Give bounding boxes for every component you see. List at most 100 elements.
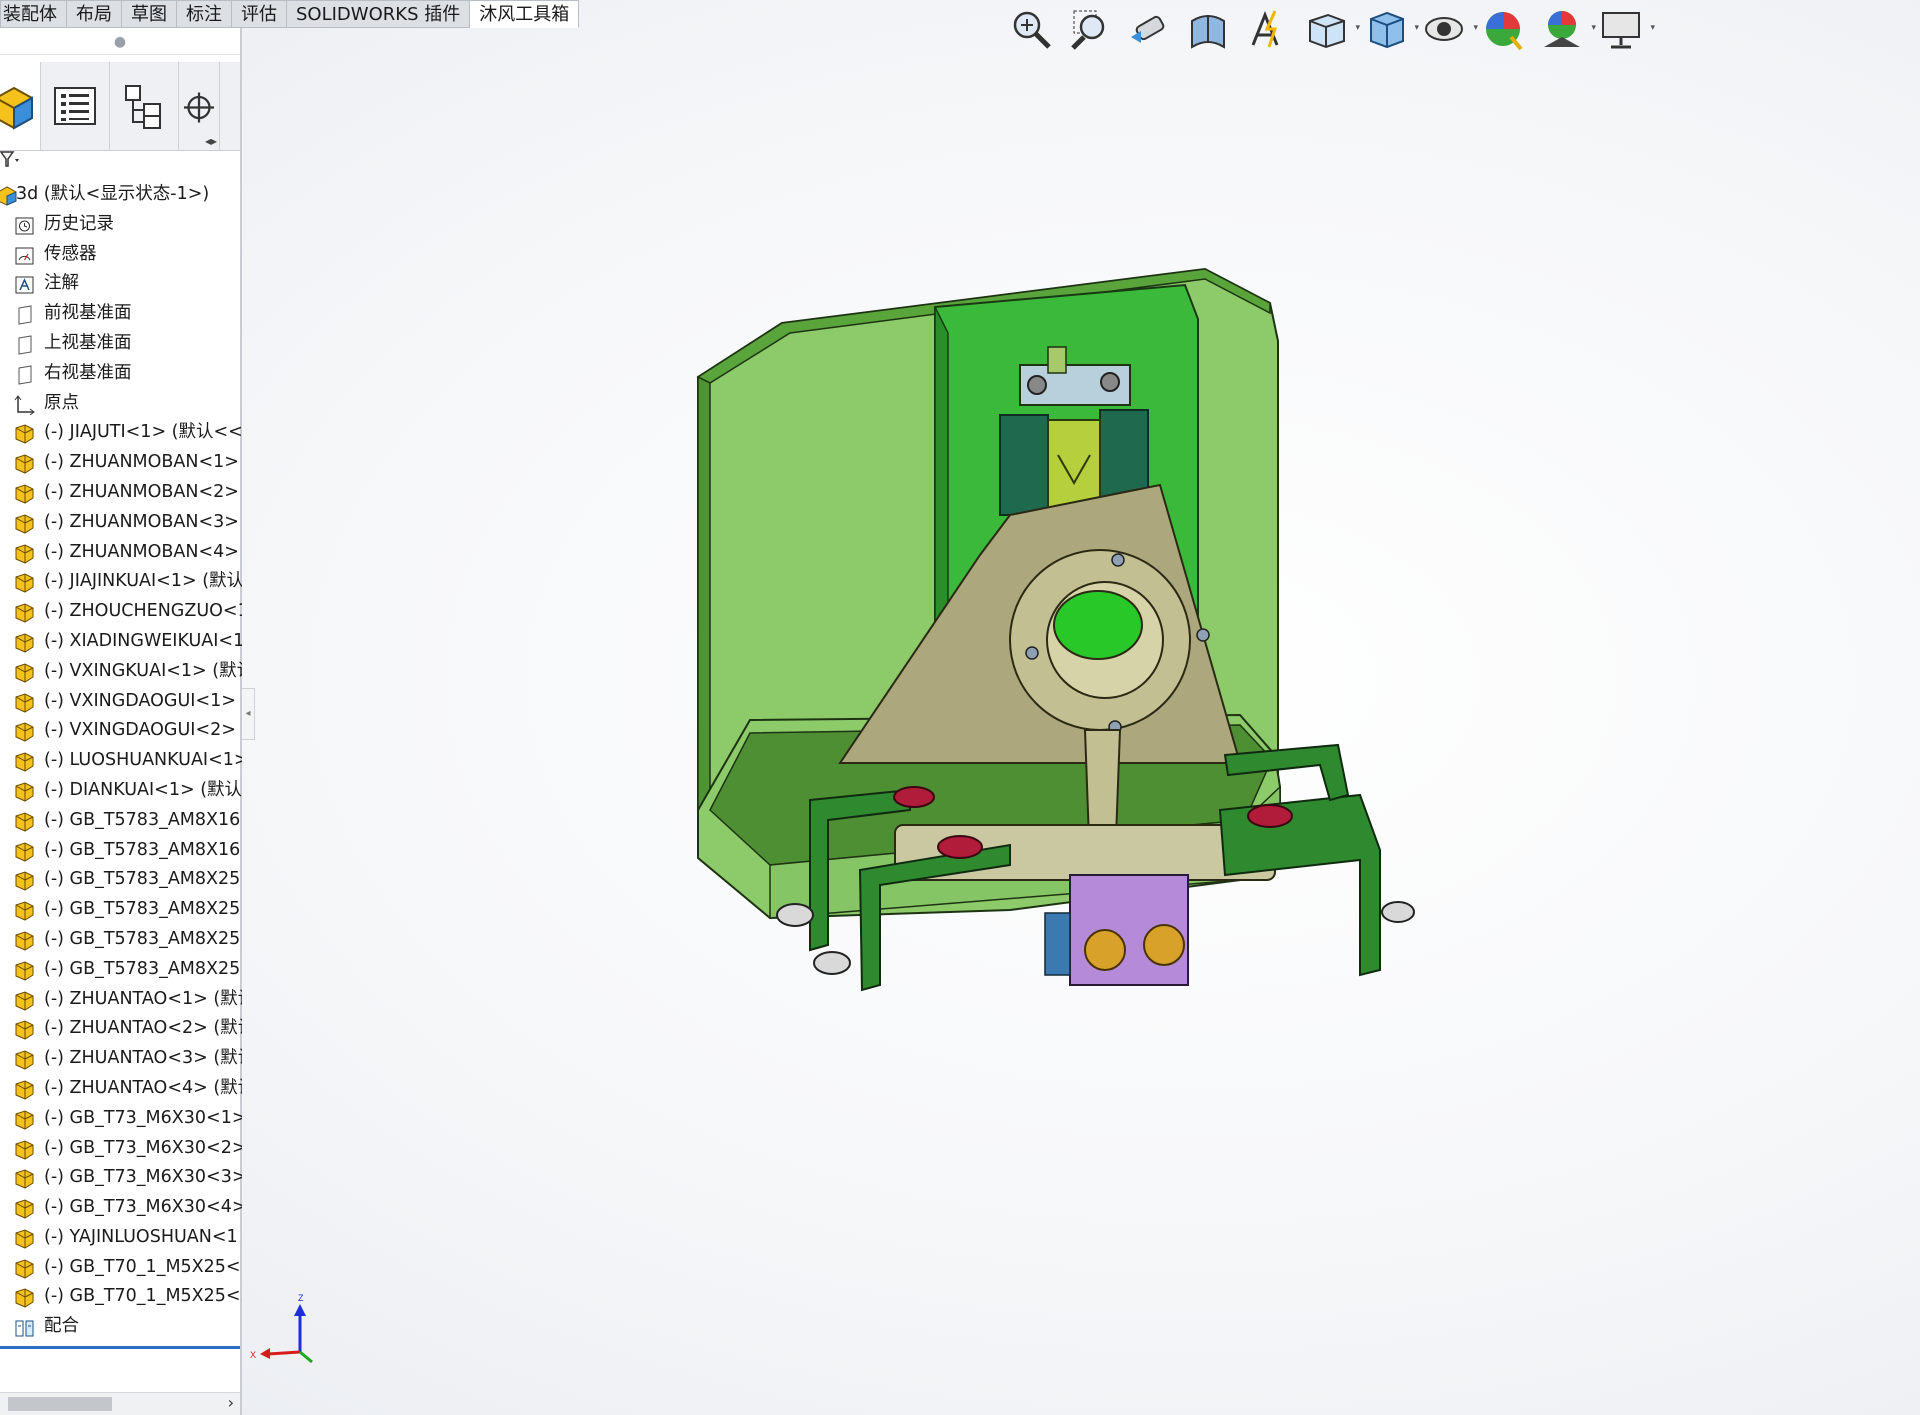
washer-2[interactable]	[937, 835, 983, 859]
tree-component[interactable]: (-) ZHUANTAO<2> (默认	[0, 1014, 242, 1044]
view-settings-button[interactable]: ▾	[1595, 3, 1655, 55]
tab-evaluate[interactable]: 评估	[232, 0, 287, 28]
tree-component[interactable]: (-) GB_T73_M6X30<3> (	[0, 1163, 242, 1193]
zoom-to-area-button[interactable]	[1064, 3, 1116, 55]
bracket-left-front[interactable]	[858, 843, 1011, 992]
tree-component[interactable]: (-) VXINGDAOGUI<2> (	[0, 716, 242, 746]
tree-component[interactable]: (-) GB_T5783_AM8X25<	[0, 955, 242, 985]
tab-featuremanager[interactable]	[0, 62, 41, 150]
part-icon	[15, 722, 34, 742]
section-view-button[interactable]	[1182, 3, 1234, 55]
part-icon	[15, 1288, 34, 1309]
tree-component[interactable]: (-) GB_T70_1_M5X25<1	[0, 1253, 242, 1283]
tree-component[interactable]: (-) GB_T73_M6X30<2> (	[0, 1134, 242, 1164]
gold-bolt-left[interactable]	[1084, 929, 1126, 971]
panel-grip[interactable]: ●	[0, 34, 240, 55]
panel-collapse-handle[interactable]: ◂	[242, 688, 255, 740]
annotations-icon	[15, 276, 34, 294]
display-style-button[interactable]: ▾	[1359, 3, 1419, 55]
hex-bolt-2[interactable]	[813, 951, 851, 975]
hide-show-items-button[interactable]: ▾	[1418, 3, 1478, 55]
tree-component[interactable]: (-) GB_T5783_AM8X16<	[0, 836, 242, 866]
tree-component[interactable]: (-) ZHUANTAO<1> (默认	[0, 985, 242, 1015]
tree-component[interactable]: (-) ZHUANTAO<3> (默认	[0, 1044, 242, 1074]
hex-bolt-3[interactable]	[1381, 901, 1415, 923]
fixture-assembly-model[interactable]	[680, 255, 1480, 1095]
bolt-hole-top	[1111, 553, 1125, 567]
tree-component[interactable]: (-) GB_T5783_AM8X25<	[0, 925, 242, 955]
tree-component[interactable]: (-) ZHUANMOBAN<1>	[0, 448, 242, 478]
tab-mufeng-toolbox[interactable]: 沐风工具箱	[470, 0, 580, 28]
tree-component[interactable]: (-) VXINGDAOGUI<1> (	[0, 687, 242, 717]
tree-component[interactable]: (-) GB_T70_1_M5X25<2	[0, 1282, 242, 1312]
tab-solidworks-addins[interactable]: SOLIDWORKS 插件	[287, 0, 471, 28]
clamp-block-left[interactable]	[999, 414, 1049, 516]
tree-component[interactable]: (-) ZHUANMOBAN<4>	[0, 538, 242, 568]
tree-component[interactable]: (-) GB_T5783_AM8X25<	[0, 865, 242, 895]
tree-component-label: (-) GB_T70_1_M5X25<1	[44, 1256, 242, 1277]
tab-propertymanager[interactable]	[41, 62, 110, 150]
tree-component[interactable]: (-) JIAJUTI<1> (默认<<	[0, 418, 242, 448]
gold-bolt-right[interactable]	[1143, 924, 1185, 966]
tree-component[interactable]: (-) XIADINGWEIKUAI<1	[0, 627, 242, 657]
tree-component[interactable]: (-) DIANKUAI<1> (默认	[0, 776, 242, 806]
tree-item-annotations[interactable]: 注解	[0, 269, 242, 299]
filter-dropdown[interactable]	[0, 150, 22, 176]
v-block[interactable]	[1047, 419, 1101, 509]
scrollbar-thumb[interactable]	[8, 1397, 112, 1411]
tree-item-mates[interactable]: 配合	[0, 1312, 242, 1342]
washer-3[interactable]	[1247, 804, 1293, 828]
tree-component[interactable]: (-) ZHUANTAO<4> (默认	[0, 1074, 242, 1104]
tree-component[interactable]: (-) YAJINLUOSHUAN<1	[0, 1223, 242, 1253]
tree-component[interactable]: (-) ZHUANMOBAN<3>	[0, 508, 242, 538]
bearing-bore[interactable]	[1053, 590, 1143, 660]
tree-item-origin[interactable]: 原点	[0, 389, 242, 419]
view-orientation-icon	[1309, 13, 1345, 49]
tree-item-sensor[interactable]: 传感器	[0, 240, 242, 270]
panel-tab-scroll-arrows[interactable]: ◂▸	[205, 134, 217, 148]
clamp-stud[interactable]	[1047, 346, 1067, 374]
plane-icon	[18, 305, 32, 325]
previous-view-button[interactable]	[1123, 3, 1175, 55]
tree-component[interactable]: (-) GB_T5783_AM8X16<	[0, 806, 242, 836]
dynamic-annotation-view-button[interactable]	[1241, 3, 1293, 55]
tree-component-label: (-) ZHUANTAO<2> (默认	[44, 1018, 242, 1039]
clamp-screw-right[interactable]	[1100, 372, 1120, 392]
y-axis-line	[299, 1350, 313, 1364]
part-icon	[15, 1259, 34, 1279]
tree-component[interactable]: (-) ZHUANMOBAN<2>	[0, 478, 242, 508]
apply-scene-button[interactable]: ▾	[1536, 3, 1596, 55]
tab-layout[interactable]: 布局	[67, 0, 122, 28]
tree-component[interactable]: (-) LUOSHUANKUAI<1>	[0, 746, 242, 776]
tab-assembly[interactable]: 装配体	[0, 0, 67, 28]
hex-bolt-1[interactable]	[776, 903, 814, 927]
tree-component[interactable]: (-) GB_T73_M6X30<1> (	[0, 1104, 242, 1134]
tree-horizontal-scrollbar[interactable]: ›	[0, 1392, 240, 1415]
zoom-to-fit-button[interactable]	[1005, 3, 1057, 55]
tree-component[interactable]: (-) GB_T73_M6X30<4> (	[0, 1193, 242, 1223]
tree-root-assembly[interactable]: 3d (默认<显示状态-1>)	[0, 180, 242, 210]
chevron-down-icon[interactable]: ▾	[1650, 23, 1655, 33]
washer-4[interactable]	[1399, 894, 1401, 896]
tab-configurationmanager[interactable]	[110, 62, 179, 150]
clamp-screw-left[interactable]	[1027, 375, 1047, 395]
tree-component-label: (-) XIADINGWEIKUAI<1	[44, 630, 242, 651]
tree-item-plane-label: 前视基准面	[44, 303, 132, 324]
tree-component[interactable]: (-) VXINGKUAI<1> (默认	[0, 657, 242, 687]
tab-dimxpert[interactable]: ◂▸	[179, 62, 220, 150]
tree-component[interactable]: (-) JIAJINKUAI<1> (默认	[0, 567, 242, 597]
view-orientation-button[interactable]: ▾	[1300, 3, 1360, 55]
scroll-right-arrow[interactable]: ›	[228, 1393, 234, 1412]
tab-markup[interactable]: 标注	[177, 0, 232, 28]
tab-sketch[interactable]: 草图	[122, 0, 177, 28]
tree-item-plane[interactable]: 前视基准面	[0, 299, 242, 329]
tree-component[interactable]: (-) GB_T5783_AM8X25<	[0, 895, 242, 925]
edit-appearance-button[interactable]	[1477, 3, 1529, 55]
bracket-right-front[interactable]	[1218, 793, 1381, 977]
tree-component[interactable]: (-) ZHOUCHENGZUO<1	[0, 597, 242, 627]
tree-item-plane[interactable]: 右视基准面	[0, 359, 242, 389]
tree-item-plane[interactable]: 上视基准面	[0, 329, 242, 359]
tree-component-label: (-) JIAJINKUAI<1> (默认	[44, 571, 242, 592]
tree-item-history[interactable]: 历史记录	[0, 210, 242, 240]
washer-1[interactable]	[893, 786, 935, 808]
